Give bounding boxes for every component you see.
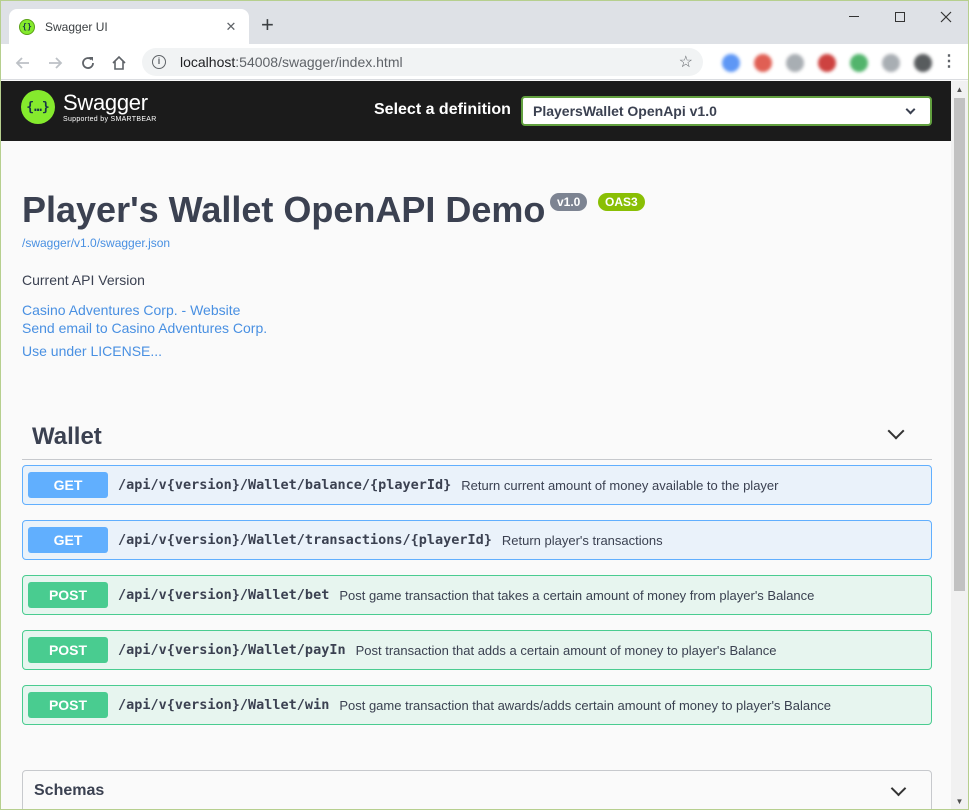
swagger-brand: Swagger [63, 90, 148, 115]
scroll-thumb[interactable] [954, 98, 965, 591]
operation-summary: Post game transaction that takes a certa… [339, 587, 815, 603]
swagger-topbar: {…} Swagger Supported by SMARTBEAR Selec… [1, 81, 951, 141]
method-badge: POST [28, 692, 108, 718]
scroll-down-arrow-icon[interactable]: ▼ [951, 793, 968, 809]
close-window-button[interactable] [923, 5, 968, 27]
operation-get-transactions[interactable]: GET /api/v{version}/Wallet/transactions/… [22, 520, 932, 560]
info-icon[interactable]: i [152, 55, 166, 69]
email-link[interactable]: Send email to Casino Adventures Corp. [22, 320, 267, 336]
swagger-content: Player's Wallet OpenAPI Demo v1.0 OAS3 /… [1, 141, 951, 809]
version-badge: v1.0 [550, 193, 588, 211]
extension-icon[interactable] [850, 54, 868, 72]
bookmark-star-icon[interactable]: ☆ [679, 52, 693, 72]
api-title: Player's Wallet OpenAPI Demo [22, 189, 546, 230]
swagger-logo-icon: {…} [21, 90, 55, 124]
extension-icon[interactable] [914, 54, 932, 72]
operation-post-win[interactable]: POST /api/v{version}/Wallet/win Post gam… [22, 685, 932, 725]
extension-icon[interactable] [754, 54, 772, 72]
reload-icon [82, 56, 94, 69]
operation-path: /api/v{version}/Wallet/win [118, 697, 330, 713]
method-badge: POST [28, 637, 108, 663]
browser-toolbar: i localhost:54008/swagger/index.html ☆ ⋮ [1, 44, 968, 80]
operation-post-bet[interactable]: POST /api/v{version}/Wallet/bet Post gam… [22, 575, 932, 615]
operation-summary: Return current amount of money available… [461, 477, 779, 493]
schemas-section[interactable]: Schemas [22, 770, 932, 809]
address-bar[interactable]: i localhost:54008/swagger/index.html ☆ [142, 48, 703, 76]
swagger-favicon-icon: {} [19, 18, 35, 35]
close-icon [940, 11, 952, 22]
chevron-down-icon [887, 422, 905, 440]
operation-post-payin[interactable]: POST /api/v{version}/Wallet/payIn Post t… [22, 630, 932, 670]
operation-get-balance[interactable]: GET /api/v{version}/Wallet/balance/{play… [22, 465, 932, 505]
extension-icon[interactable] [882, 54, 900, 72]
maximize-button[interactable] [877, 5, 923, 27]
extensions-area [716, 52, 936, 74]
license-link[interactable]: Use under LICENSE... [22, 343, 162, 359]
back-button[interactable] [11, 50, 35, 74]
tag-name: Wallet [32, 423, 102, 450]
tag-wallet-header[interactable]: Wallet [22, 413, 932, 460]
website-link[interactable]: Casino Adventures Corp. - Website [22, 302, 240, 318]
forward-arrow-icon [49, 56, 63, 69]
oas-badge: OAS3 [598, 193, 645, 211]
swagger-brand-sub: Supported by SMARTBEAR [63, 116, 157, 123]
tab-strip: {} Swagger UI ✕ + [1, 1, 968, 44]
operation-summary: Post game transaction that awards/adds c… [339, 697, 832, 713]
definition-select[interactable]: PlayersWallet OpenApi v1.0 [521, 96, 932, 126]
new-tab-button[interactable]: + [261, 14, 274, 36]
extension-icon[interactable] [786, 54, 804, 72]
extension-icon[interactable] [722, 54, 740, 72]
operation-path: /api/v{version}/Wallet/transactions/{pla… [118, 532, 492, 548]
method-badge: GET [28, 527, 108, 553]
operation-path: /api/v{version}/Wallet/balance/{playerId… [118, 477, 452, 493]
forward-button[interactable] [43, 50, 67, 74]
url-host: localhost [180, 54, 236, 70]
extension-icon[interactable] [818, 54, 836, 72]
tab-title: Swagger UI [45, 19, 108, 34]
maximize-icon [895, 11, 905, 22]
reload-button[interactable] [76, 50, 100, 74]
operation-summary: Post transaction that adds a certain amo… [355, 642, 777, 658]
definition-label: Select a definition [374, 101, 511, 118]
minimize-icon [849, 16, 859, 18]
spec-url-link[interactable]: /swagger/v1.0/swagger.json [22, 236, 170, 250]
home-button[interactable] [107, 50, 131, 74]
home-icon [112, 55, 126, 70]
schemas-title: Schemas [34, 782, 105, 799]
scroll-up-arrow-icon[interactable]: ▲ [951, 81, 968, 98]
chevron-down-icon [905, 104, 916, 114]
minimize-button[interactable] [831, 5, 877, 27]
url-text[interactable]: localhost:54008/swagger/index.html [180, 54, 679, 70]
page-scrollbar[interactable]: ▲ ▼ [951, 81, 968, 809]
api-description: Current API Version [22, 272, 145, 288]
swagger-logo[interactable]: {…} Swagger Supported by SMARTBEAR [21, 90, 157, 124]
operation-summary: Return player's transactions [501, 532, 663, 548]
method-badge: GET [28, 472, 108, 498]
definition-select-value: PlayersWallet OpenApi v1.0 [533, 103, 717, 119]
operation-path: /api/v{version}/Wallet/payIn [118, 642, 346, 658]
browser-tab[interactable]: {} Swagger UI ✕ [9, 9, 249, 44]
tab-close-icon[interactable]: ✕ [223, 19, 239, 35]
chevron-down-icon [890, 780, 907, 797]
method-badge: POST [28, 582, 108, 608]
back-arrow-icon [15, 56, 29, 69]
browser-window: {} Swagger UI ✕ + i localhost:54008/swag… [0, 0, 969, 810]
browser-menu-icon[interactable]: ⋮ [941, 52, 957, 72]
url-path: :54008/swagger/index.html [235, 54, 403, 70]
operation-path: /api/v{version}/Wallet/bet [118, 587, 330, 603]
